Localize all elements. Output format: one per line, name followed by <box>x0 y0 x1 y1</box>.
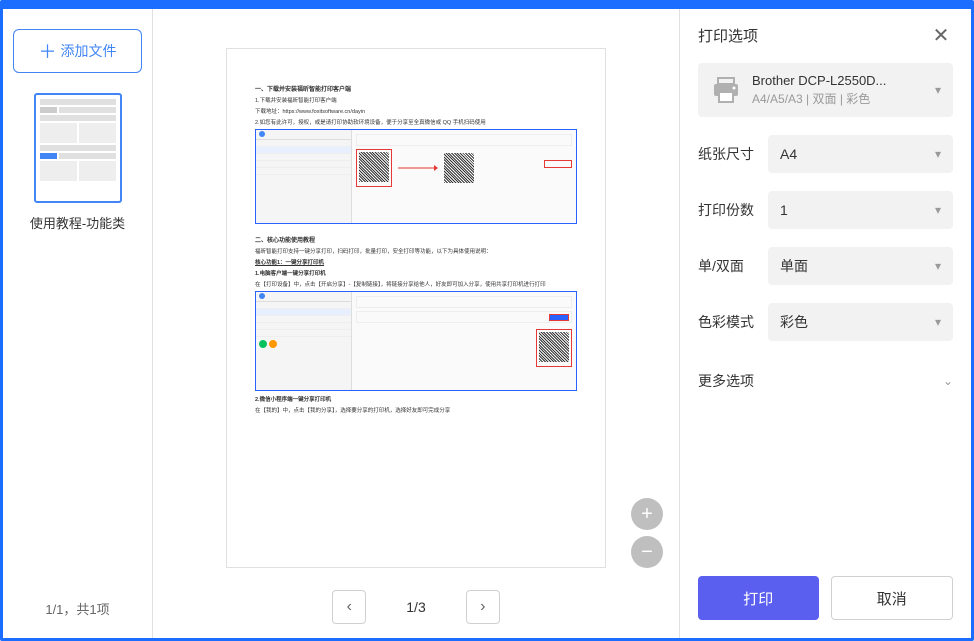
close-button[interactable]: ✕ <box>929 23 953 47</box>
next-page-button[interactable]: › <box>466 590 500 624</box>
prev-page-button[interactable]: ‹ <box>332 590 366 624</box>
preview-text: 1.下载并安装福昕智能打印客户端 <box>255 96 577 104</box>
chevron-down-icon: ⌄ <box>943 374 953 388</box>
preview-text: 核心功能1：一键分享打印机 <box>255 258 577 266</box>
preview-text: 福昕智能打印支持一键分享打印，扫码打印，批量打印，安全打印等功能，以下为具体使用… <box>255 247 577 255</box>
minus-icon: − <box>641 541 653 564</box>
color-select[interactable]: 彩色 ▾ <box>768 303 953 341</box>
print-options-panel: 打印选项 ✕ Brother DCP-L2550D... A4/A5/A3 | … <box>679 9 971 638</box>
preview-heading: 二、核心功能使用教程 <box>255 235 577 244</box>
preview-text: 1.电脑客户端一键分享打印机 <box>255 269 577 277</box>
chevron-right-icon: › <box>480 598 485 616</box>
panel-footer: 打印 取消 <box>680 558 971 638</box>
color-value: 彩色 <box>780 312 808 332</box>
paper-size-row: 纸张尺寸 A4 ▾ <box>680 135 971 173</box>
duplex-row: 单/双面 单面 ▾ <box>680 247 971 285</box>
duplex-select[interactable]: 单面 ▾ <box>768 247 953 285</box>
printer-name: Brother DCP-L2550D... <box>752 73 925 88</box>
arrow-icon <box>398 164 438 172</box>
page-indicator: 1/3 <box>406 599 425 615</box>
print-button[interactable]: 打印 <box>698 576 819 620</box>
panel-header: 打印选项 ✕ <box>680 9 971 55</box>
copies-label: 打印份数 <box>698 200 768 220</box>
preview-text: 2.如您有此许可，授权，或是请打印协助软环境设备，便于分享至全真微信或 QQ 手… <box>255 118 577 126</box>
chevron-down-icon: ▾ <box>935 147 941 161</box>
preview-text: 在【打印设备】中，点击【开启分享】-【复制链接】，将链接分享给他人，好友即可加入… <box>255 280 577 288</box>
copies-select[interactable]: 1 ▾ <box>768 191 953 229</box>
paper-size-value: A4 <box>780 146 797 162</box>
plus-icon: ＋ <box>39 38 57 64</box>
zoom-out-button[interactable]: − <box>631 536 663 568</box>
add-file-button[interactable]: ＋ 添加文件 <box>13 29 142 73</box>
main-content: ＋ 添加文件 使用教程-功能类 1/1，共1项 一、下载并安装福昕智能打印客户端… <box>3 9 971 638</box>
chevron-left-icon: ‹ <box>347 598 352 616</box>
copies-value: 1 <box>780 202 788 218</box>
page-navigation: ‹ 1/3 › <box>153 576 679 638</box>
thumbnail-container: 使用教程-功能类 <box>13 93 142 232</box>
copies-row: 打印份数 1 ▾ <box>680 191 971 229</box>
preview-heading: 一、下载并安装福昕智能打印客户端 <box>255 84 577 93</box>
printer-info: Brother DCP-L2550D... A4/A5/A3 | 双面 | 彩色 <box>752 73 925 107</box>
preview-text: 下载地址：https://www.foxitsoftware.cn/dayin <box>255 107 577 115</box>
duplex-value: 单面 <box>780 256 808 276</box>
color-row: 色彩模式 彩色 ▾ <box>680 303 971 341</box>
printer-icon <box>710 76 742 104</box>
chevron-down-icon: ▾ <box>935 315 941 329</box>
zoom-controls: + − <box>631 498 663 568</box>
printer-desc: A4/A5/A3 | 双面 | 彩色 <box>752 90 925 107</box>
plus-icon: + <box>641 503 653 526</box>
preview-text: 2.微信小程序端一键分享打印机 <box>255 395 577 403</box>
add-file-label: 添加文件 <box>61 41 117 61</box>
preview-area: 一、下载并安装福昕智能打印客户端 1.下载并安装福昕智能打印客户端 下载地址：h… <box>153 9 679 638</box>
chevron-down-icon: ▾ <box>935 83 941 97</box>
preview-screenshot <box>255 129 577 224</box>
paper-size-label: 纸张尺寸 <box>698 144 768 164</box>
color-label: 色彩模式 <box>698 312 768 332</box>
sidebar: ＋ 添加文件 使用教程-功能类 1/1，共1项 <box>3 9 153 638</box>
more-options-label: 更多选项 <box>698 371 754 391</box>
preview-canvas: 一、下载并安装福昕智能打印客户端 1.下载并安装福昕智能打印客户端 下载地址：h… <box>153 9 679 576</box>
page-preview: 一、下载并安装福昕智能打印客户端 1.下载并安装福昕智能打印客户端 下载地址：h… <box>226 48 606 568</box>
preview-screenshot <box>255 291 577 391</box>
chevron-down-icon: ▾ <box>935 259 941 273</box>
printer-selector[interactable]: Brother DCP-L2550D... A4/A5/A3 | 双面 | 彩色… <box>698 63 953 117</box>
chevron-down-icon: ▾ <box>935 203 941 217</box>
more-options-toggle[interactable]: 更多选项 ⌄ <box>680 359 971 403</box>
sidebar-footer: 1/1，共1项 <box>13 589 142 618</box>
preview-text: 在【我的】中，点击【我的分享】，选择要分享的打印机，选择好友即可完成分享 <box>255 406 577 414</box>
zoom-in-button[interactable]: + <box>631 498 663 530</box>
panel-title: 打印选项 <box>698 25 758 46</box>
duplex-label: 单/双面 <box>698 256 768 276</box>
thumbnail-label: 使用教程-功能类 <box>30 213 125 232</box>
file-thumbnail[interactable] <box>34 93 122 203</box>
close-icon: ✕ <box>933 25 950 47</box>
paper-size-select[interactable]: A4 ▾ <box>768 135 953 173</box>
cancel-button[interactable]: 取消 <box>831 576 954 620</box>
